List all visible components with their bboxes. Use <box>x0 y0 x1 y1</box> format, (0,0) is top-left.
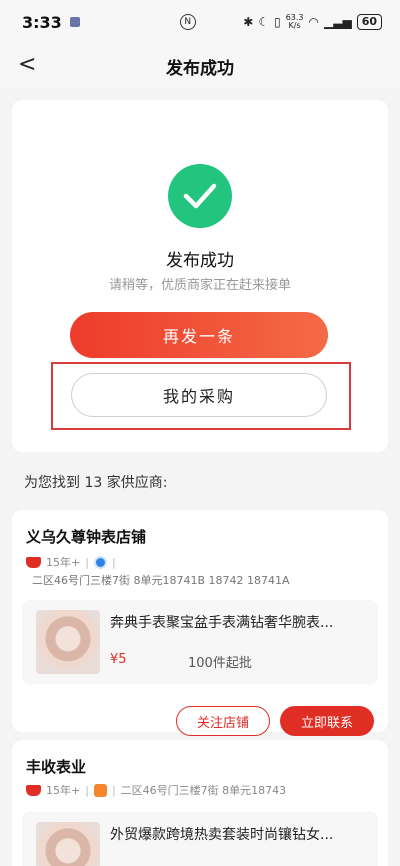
moon-icon: ☾ <box>258 15 270 29</box>
contact-now-button[interactable]: 立即联系 <box>280 706 374 736</box>
supplier-card[interactable]: 义乌久尊钟表店铺 15年+ | | 二区46号门三楼7街 8单元18741B 1… <box>12 510 388 736</box>
supplier-years: 15年+ <box>46 784 81 797</box>
bull-icon <box>26 556 41 568</box>
nfc-icon: N <box>179 14 196 30</box>
supplier-address: 二区46号门三楼7街 8单元18741B 18742 18741A <box>32 574 290 587</box>
vibrate-icon: ▯ <box>274 15 281 29</box>
status-time: 3:33 <box>22 12 62 32</box>
certified-badge-icon <box>93 555 107 569</box>
my-purchase-button[interactable]: 我的采购 <box>71 373 327 417</box>
battery-icon: 60 <box>356 14 382 30</box>
success-check-icon <box>168 164 232 228</box>
supplier-meta: 15年+ | | <box>26 554 116 570</box>
product-item[interactable]: 外贸爆款跨境热卖套装时尚镶钻女... <box>22 812 378 866</box>
wifi-icon: ◠ <box>308 15 319 29</box>
supplier-count-text: 为您找到 13 家供应商: <box>24 475 168 491</box>
supplier-years: 15年+ <box>46 556 81 569</box>
follow-store-button[interactable]: 关注店铺 <box>176 706 270 736</box>
bluetooth-icon: ✱ <box>243 15 254 29</box>
status-icons: ✱ ☾ ▯ 63.3 K/s ◠ ▁▃▅ 60 <box>243 14 382 30</box>
network-speed: 63.3 K/s <box>285 13 304 30</box>
nav-bar: < 发布成功 <box>0 44 400 88</box>
product-title: 奔典手表聚宝盆手表满钻奢华腕表... <box>110 615 334 631</box>
notification-icon <box>69 17 80 27</box>
product-item[interactable]: 奔典手表聚宝盆手表满钻奢华腕表... ¥5 100件起批 <box>22 600 378 684</box>
product-thumbnail <box>36 610 100 674</box>
success-title: 发布成功 <box>166 251 234 271</box>
bull-icon <box>26 784 41 796</box>
store-badge-icon <box>93 783 107 797</box>
supplier-name: 义乌久尊钟表店铺 <box>26 528 147 546</box>
status-bar: 3:33 N ✱ ☾ ▯ 63.3 K/s ◠ ▁▃▅ 60 <box>0 0 400 44</box>
supplier-address: 二区46号门三楼7街 8单元18743 <box>120 784 287 797</box>
product-price: ¥5 <box>110 652 127 667</box>
repost-button[interactable]: 再发一条 <box>70 312 328 358</box>
supplier-meta: 15年+ | | 二区46号门三楼7街 8单元18743 <box>26 782 286 798</box>
page-title: 发布成功 <box>166 58 234 79</box>
signal-icon: ▁▃▅ <box>324 15 352 29</box>
product-title: 外贸爆款跨境热卖套装时尚镶钻女... <box>110 827 334 843</box>
product-thumbnail <box>36 822 100 866</box>
success-subtitle: 请稍等，优质商家正在赶来接单 <box>108 278 291 293</box>
back-icon[interactable]: < <box>18 52 36 77</box>
success-card: 发布成功 请稍等，优质商家正在赶来接单 再发一条 我的采购 <box>12 100 388 452</box>
supplier-card[interactable]: 丰收表业 15年+ | | 二区46号门三楼7街 8单元18743 外贸爆款跨境… <box>12 740 388 866</box>
product-moq: 100件起批 <box>188 656 252 671</box>
supplier-name: 丰收表业 <box>26 758 87 776</box>
